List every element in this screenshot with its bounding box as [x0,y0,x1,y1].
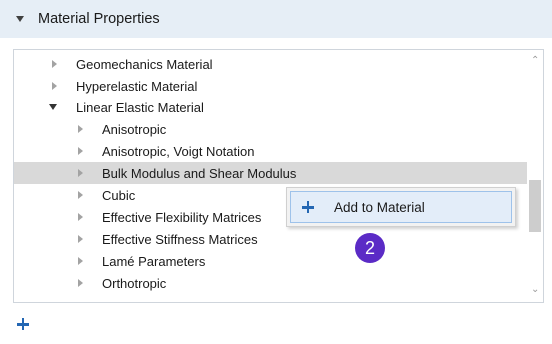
tree-item-label: Cubic [102,187,136,203]
scroll-up-arrow-icon[interactable]: ⌃ [531,56,539,66]
tree-item-label: Bulk Modulus and Shear Modulus [102,165,297,181]
collapse-arrow-icon[interactable] [49,104,57,110]
tree-item-label: Anisotropic, Voigt Notation [102,143,255,159]
scroll-down-arrow-icon[interactable]: ⌄ [531,285,539,295]
tree-item-label: Lamé Parameters [102,253,206,269]
section-title: Material Properties [38,11,160,27]
plus-icon [17,318,29,330]
material-property-tree[interactable]: Geomechanics Material Hyperelastic Mater… [13,49,544,303]
plus-icon [302,201,314,213]
tree-item-label: Anisotropic [102,121,167,137]
tree-item-lame-parameters[interactable]: Lamé Parameters [14,250,543,272]
expand-arrow-icon[interactable] [78,191,83,199]
step-number-badge: 2 [355,233,385,263]
tree-item-anisotropic[interactable]: Anisotropic [14,118,543,140]
expand-arrow-icon[interactable] [52,82,57,90]
expand-arrow-icon[interactable] [78,147,83,155]
tree-item-hyperelastic-material[interactable]: Hyperelastic Material [14,75,543,97]
vertical-scrollbar[interactable]: ⌃ ⌄ [527,50,543,302]
tree-item-label: Geomechanics Material [76,56,213,72]
tree-item-linear-elastic-material[interactable]: Linear Elastic Material [14,96,543,118]
tree-item-geomechanics-material[interactable]: Geomechanics Material [14,53,543,75]
tree-item-anisotropic-voigt-notation[interactable]: Anisotropic, Voigt Notation [14,140,543,162]
expand-arrow-icon[interactable] [78,279,83,287]
expand-arrow-icon[interactable] [78,125,83,133]
add-button[interactable] [17,318,29,333]
menu-item-label: Add to Material [334,199,425,215]
scrollbar-thumb[interactable] [529,180,541,232]
context-menu: Add to Material [286,187,516,227]
tree-item-orthotropic[interactable]: Orthotropic [14,272,543,294]
expand-arrow-icon[interactable] [78,169,83,177]
expand-arrow-icon[interactable] [78,257,83,265]
tree-item-bulk-modulus-and-shear-modulus[interactable]: Bulk Modulus and Shear Modulus [14,162,543,184]
section-header-material-properties[interactable]: Material Properties [0,0,552,38]
tree-item-label: Hyperelastic Material [76,78,198,94]
expand-arrow-icon[interactable] [52,60,57,68]
expand-arrow-icon[interactable] [78,235,83,243]
tree-item-effective-stiffness-matrices[interactable]: Effective Stiffness Matrices [14,228,543,250]
menu-item-add-to-material[interactable]: Add to Material [290,191,512,223]
collapse-triangle-icon[interactable] [16,16,24,22]
expand-arrow-icon[interactable] [78,213,83,221]
tree-item-label: Orthotropic [102,275,167,291]
tree-item-label: Effective Flexibility Matrices [102,209,262,225]
tree-item-label: Effective Stiffness Matrices [102,231,258,247]
tree-item-label: Linear Elastic Material [76,99,204,115]
